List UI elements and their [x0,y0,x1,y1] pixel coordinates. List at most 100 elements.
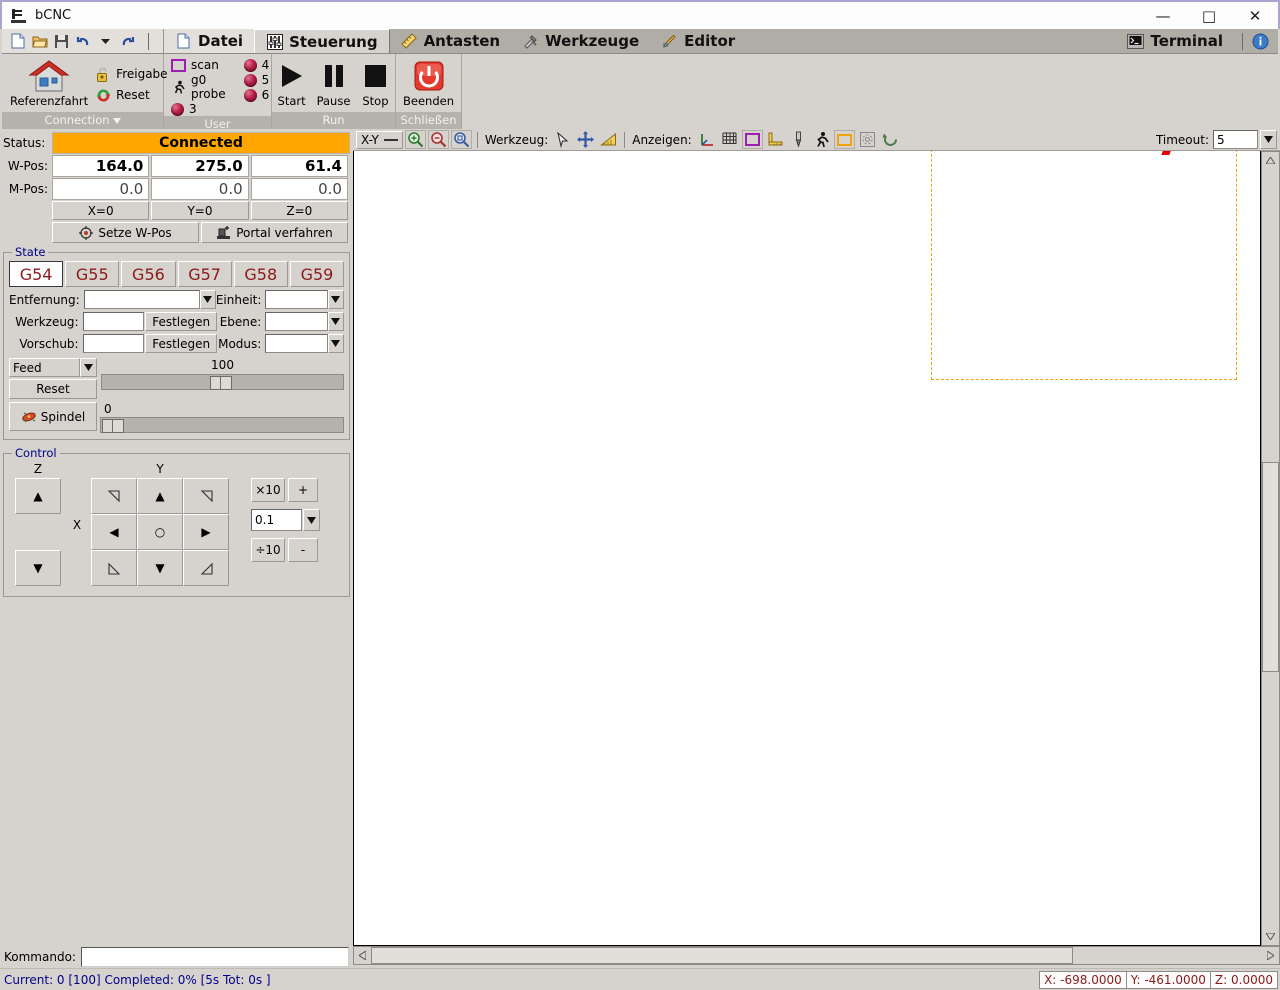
set-wpos-button[interactable]: Setze W-Pos [52,222,199,243]
goto-gantry-button[interactable]: Portal verfahren [201,222,348,243]
user-button-4[interactable]: 4 [243,58,269,72]
tab-werkzeuge[interactable]: Werkzeuge [511,29,651,53]
axes-icon[interactable] [695,130,717,149]
mode-input[interactable] [265,334,328,353]
wcs-tab-g58[interactable]: G58 [233,261,288,287]
z-up-button[interactable]: ▲ [15,478,61,514]
wcs-tab-g56[interactable]: G56 [121,261,176,287]
scroll-left-arrow-icon[interactable] [354,947,371,964]
gcode-canvas[interactable] [353,151,1261,946]
jog-up-button[interactable]: ▲ [137,478,183,514]
pause-button[interactable]: Pause [313,56,355,110]
jog-down-right-button[interactable] [183,550,229,586]
user-button-5[interactable]: 5 [243,73,269,87]
redo-icon[interactable] [118,32,137,51]
step-minus-button[interactable]: - [288,538,318,562]
step-dropdown-icon[interactable] [303,509,320,531]
zero-z-button[interactable]: Z=0 [250,201,348,220]
open-folder-icon[interactable] [30,32,49,51]
new-file-icon[interactable] [8,32,27,51]
step-divide-button[interactable]: ÷10 [251,538,285,562]
wcs-tab-g54[interactable]: G54 [9,261,64,287]
freigabe-button[interactable]: Freigabe [92,64,169,84]
step-value-input[interactable]: 0.1 [251,509,302,531]
jog-center-button[interactable]: ○ [137,514,183,550]
plane-input[interactable] [265,312,328,331]
user-button-scan[interactable]: scan [171,58,226,72]
jog-right-button[interactable]: ▶ [183,514,229,550]
timeout-input[interactable]: 5 [1213,130,1258,149]
wpos-y-value[interactable]: 275.0 [151,155,249,177]
override-selector[interactable]: Feed [9,358,80,377]
workarea-rect-icon[interactable] [833,130,855,149]
beenden-button[interactable]: Beenden [399,56,458,110]
wcs-tab-g59[interactable]: G59 [289,261,345,287]
pan-move-icon[interactable] [575,130,597,149]
z-down-button[interactable]: ▼ [15,550,61,586]
tool-set-button[interactable]: Festlegen [145,312,218,331]
tab-editor[interactable]: Editor [650,29,747,53]
rapid-icon[interactable] [879,130,901,149]
ribbon-group-run-label[interactable]: Run [272,112,395,129]
override-reset-button[interactable]: Reset [9,379,97,399]
jog-up-left-button[interactable] [91,478,137,514]
tab-datei[interactable]: Datei [164,29,255,53]
plane-dropdown-icon[interactable] [327,312,344,331]
ruler-measure-icon[interactable] [598,130,620,149]
timeout-dropdown-icon[interactable] [1260,130,1277,149]
view-mode-selector[interactable]: X-Y [356,130,403,149]
wcs-tab-g55[interactable]: G55 [65,261,120,287]
stop-button[interactable]: Stop [356,56,394,110]
feed-input[interactable] [82,334,145,353]
jog-left-button[interactable]: ◀ [91,514,137,550]
feed-override-slider[interactable] [101,374,344,390]
jog-up-right-button[interactable] [183,478,229,514]
undo-dropdown-icon[interactable] [96,32,115,51]
endmill-icon[interactable] [787,130,809,149]
zoom-out-icon[interactable] [427,130,449,149]
scroll-down-arrow-icon[interactable] [1262,928,1279,945]
tab-antasten[interactable]: Antasten [389,29,512,53]
distance-input[interactable] [83,290,200,309]
unit-dropdown-icon[interactable] [327,290,344,309]
tool-input[interactable] [82,312,145,331]
ruler-icon[interactable] [764,130,786,149]
distance-dropdown-icon[interactable] [199,290,216,309]
mode-dropdown-icon[interactable] [327,334,344,353]
step-multiply-button[interactable]: ×10 [251,478,285,502]
command-input[interactable] [80,947,349,967]
paths-icon[interactable] [856,130,878,149]
minimize-button[interactable]: — [1140,2,1186,29]
wpos-z-value[interactable]: 61.4 [250,155,348,177]
referenzfahrt-button[interactable]: Referenzfahrt [6,56,92,110]
zero-x-button[interactable]: X=0 [52,201,150,220]
save-icon[interactable] [52,32,71,51]
canvas-vertical-scrollbar[interactable] [1261,151,1280,946]
start-button[interactable]: Start [273,56,311,110]
scroll-right-arrow-icon[interactable] [1262,947,1279,964]
probe-runner-icon[interactable] [810,130,832,149]
unit-input[interactable] [265,290,328,309]
tab-steuerung[interactable]: Steuerung [254,29,390,53]
undo-icon[interactable] [74,32,93,51]
info-icon[interactable] [1251,32,1270,51]
ribbon-group-connection-label[interactable]: Connection [2,112,163,129]
user-button-g0probe[interactable]: g0 probe [171,73,226,101]
select-arrow-icon[interactable] [552,130,574,149]
ribbon-group-close-label[interactable]: Schließen [396,112,461,129]
step-plus-button[interactable]: + [288,478,318,502]
override-dropdown-icon[interactable] [80,358,97,377]
zoom-in-icon[interactable] [404,130,426,149]
zoom-fit-icon[interactable] [450,130,472,149]
zero-y-button[interactable]: Y=0 [151,201,249,220]
wpos-x-value[interactable]: 164.0 [52,155,150,177]
spindle-slider-thumb[interactable] [102,419,124,433]
feed-set-button[interactable]: Festlegen [145,334,218,353]
scroll-up-arrow-icon[interactable] [1262,152,1279,169]
close-button[interactable]: ✕ [1232,2,1278,29]
reset-button[interactable]: Reset [92,85,169,105]
user-button-3[interactable]: 3 [171,102,226,116]
spindle-button[interactable]: Spindel [9,402,97,431]
tab-terminal[interactable]: Terminal [1116,32,1234,50]
wcs-tab-g57[interactable]: G57 [177,261,232,287]
